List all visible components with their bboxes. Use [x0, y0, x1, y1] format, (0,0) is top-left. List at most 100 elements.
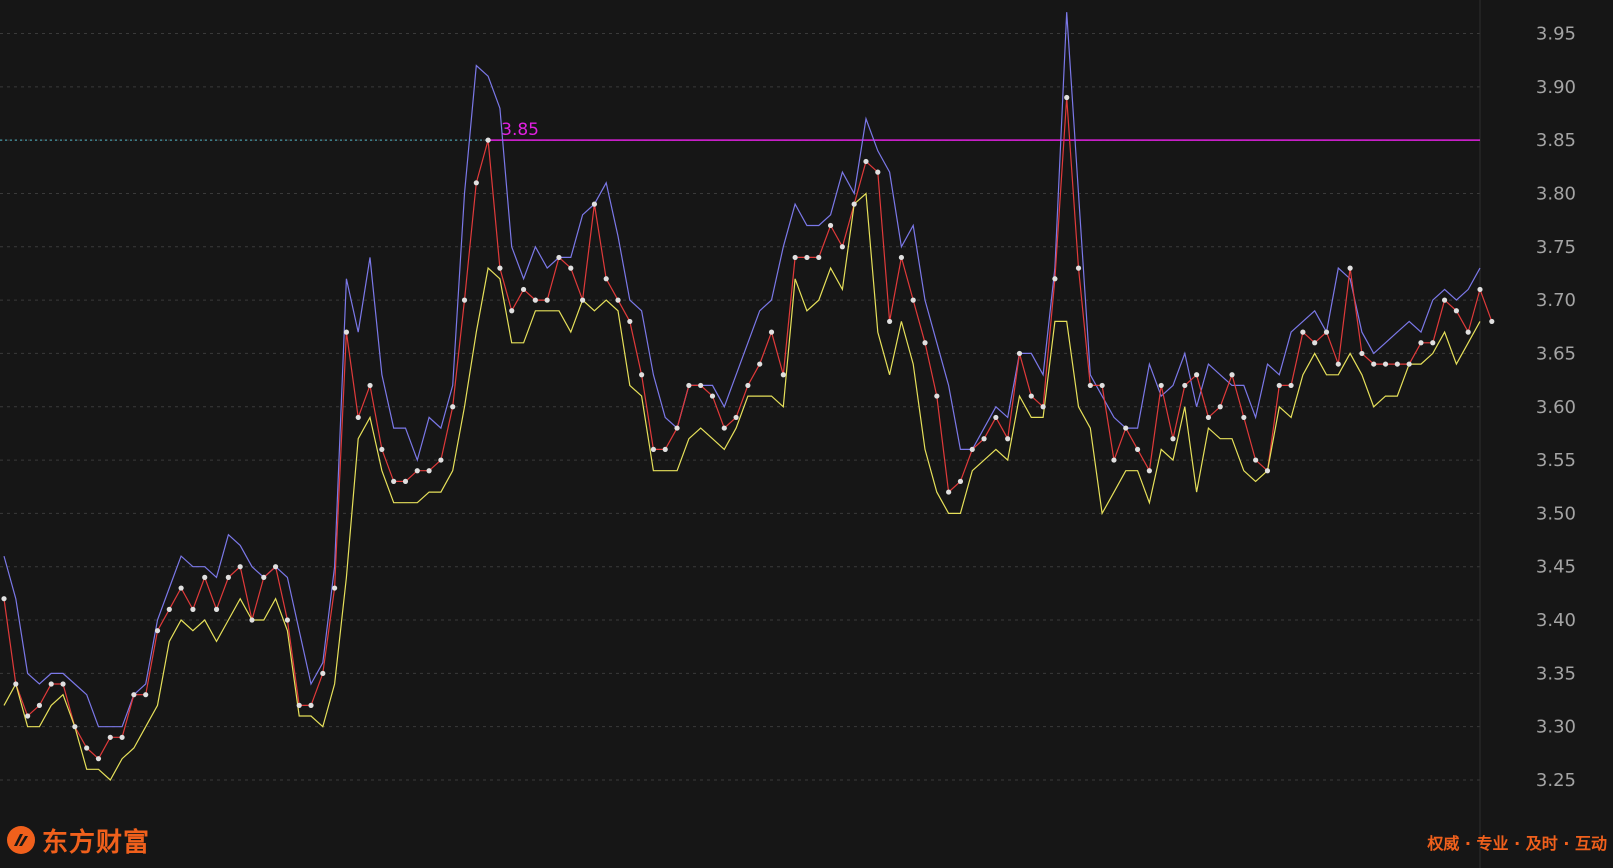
y-tick-label: 3.35 [1536, 663, 1576, 684]
reference-line-label: 3.85 [501, 120, 539, 140]
data-point [757, 361, 763, 367]
data-point [1441, 297, 1448, 303]
data-point [662, 446, 668, 453]
data-point [202, 574, 208, 580]
data-point [1134, 446, 1141, 453]
data-point [1194, 372, 1200, 378]
data-point [131, 692, 137, 698]
data-point [1335, 361, 1341, 367]
data-point [827, 222, 834, 229]
data-point [1394, 361, 1400, 367]
data-point [615, 297, 621, 303]
data-point [1111, 457, 1117, 463]
data-point [745, 382, 751, 389]
y-tick-label: 3.70 [1536, 290, 1576, 311]
data-point [402, 478, 409, 484]
data-point [520, 286, 527, 293]
data-point [969, 446, 975, 453]
data-point [25, 713, 31, 719]
data-point [1276, 382, 1282, 389]
data-point [816, 254, 822, 261]
data-point [1075, 265, 1082, 271]
data-point [898, 254, 905, 261]
data-point [780, 372, 786, 378]
data-point [1489, 318, 1495, 325]
y-tick-label: 3.25 [1536, 770, 1576, 791]
data-point [355, 414, 361, 421]
data-point [1241, 414, 1247, 421]
data-point [1146, 468, 1152, 474]
data-point [414, 468, 420, 474]
data-point [946, 489, 952, 495]
brand-name: 东方财富 [42, 827, 151, 858]
data-point [461, 297, 468, 303]
y-tick-label: 3.90 [1536, 77, 1576, 98]
data-point [1382, 361, 1389, 367]
data-point [910, 297, 916, 303]
y-tick-label: 3.95 [1536, 24, 1576, 45]
data-point [804, 254, 810, 261]
data-point [426, 468, 432, 474]
data-point [497, 265, 503, 271]
data-point [733, 414, 739, 421]
series-line-low [3, 192, 1481, 781]
data-point [320, 670, 326, 676]
data-point [1371, 361, 1377, 367]
data-point [1288, 382, 1294, 389]
data-point [1005, 436, 1011, 442]
data-point [225, 574, 231, 580]
data-point [1430, 340, 1436, 346]
data-point [213, 606, 220, 612]
data-point [308, 702, 314, 708]
data-point [639, 372, 645, 378]
data-point [95, 756, 102, 762]
data-point [1170, 436, 1176, 442]
y-tick-label: 3.30 [1536, 717, 1576, 738]
data-point [190, 606, 196, 612]
data-point [863, 158, 869, 165]
data-point [768, 329, 775, 335]
data-point [627, 318, 633, 325]
y-tick-label: 3.65 [1536, 343, 1576, 364]
y-tick-label: 3.45 [1536, 557, 1576, 578]
data-point [143, 692, 149, 698]
data-point [981, 436, 987, 442]
data-point [36, 702, 43, 708]
data-point [367, 382, 373, 389]
data-point [1300, 329, 1306, 335]
data-point [343, 329, 350, 335]
data-point [1418, 340, 1424, 346]
eastmoney-logo-icon [7, 826, 35, 854]
data-point [1087, 382, 1093, 389]
data-point [154, 628, 161, 634]
data-point [1158, 382, 1164, 389]
data-point [922, 340, 928, 346]
data-point [48, 681, 54, 687]
y-tick-label: 3.80 [1536, 183, 1576, 204]
data-point [544, 297, 550, 303]
data-point [1028, 393, 1034, 399]
data-point [178, 585, 184, 591]
data-point [1253, 457, 1259, 463]
data-point [709, 393, 716, 399]
data-point [450, 404, 456, 410]
data-point [284, 617, 290, 623]
data-point [473, 180, 479, 186]
data-point [1323, 329, 1330, 335]
data-point [993, 414, 999, 421]
data-point [72, 724, 78, 730]
brand-slogan: 权威 · 专业 · 及时 · 互动 [1427, 834, 1607, 853]
data-point [887, 318, 893, 325]
y-tick-label: 3.55 [1536, 450, 1576, 471]
data-point [851, 201, 857, 207]
series-line-high [3, 12, 1481, 728]
data-point [1453, 308, 1459, 314]
data-point [1123, 425, 1129, 431]
data-point [1465, 329, 1471, 335]
data-point [272, 564, 279, 570]
data-point [1229, 372, 1235, 378]
data-point [60, 681, 66, 687]
data-point [1099, 382, 1105, 389]
data-point [249, 617, 255, 623]
data-point [509, 308, 515, 314]
